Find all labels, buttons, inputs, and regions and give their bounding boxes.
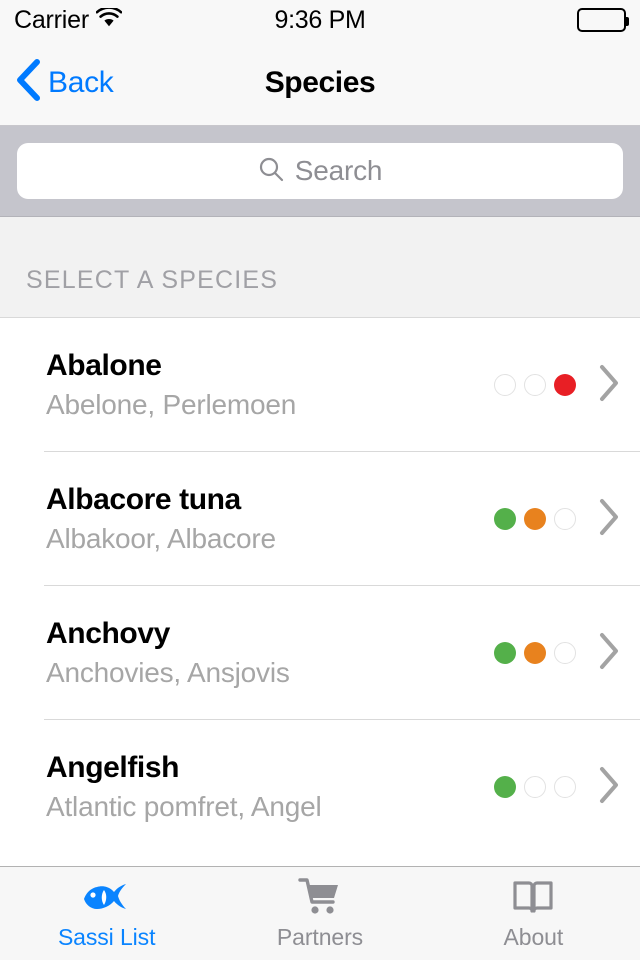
fish-icon: [82, 876, 132, 918]
table-row[interactable]: Angelfish Atlantic pomfret, Angel: [0, 720, 640, 854]
sassi-rating-indicator: [494, 642, 576, 664]
section-header: SELECT A SPECIES: [0, 217, 640, 318]
search-icon: [258, 156, 284, 187]
rating-dot-green: [494, 776, 516, 798]
rating-dot-orange: [524, 508, 546, 530]
species-alt-names: Atlantic pomfret, Angel: [46, 790, 322, 822]
table-row[interactable]: Albacore tuna Albakoor, Albacore: [0, 452, 640, 586]
status-bar: Carrier 9:36 PM: [0, 0, 640, 40]
species-alt-names: Abelone, Perlemoen: [46, 388, 297, 420]
chevron-right-icon: [598, 364, 620, 407]
back-button[interactable]: Back: [0, 59, 114, 106]
shopping-cart-icon: [298, 876, 342, 918]
rating-dot-orange: [524, 374, 546, 396]
sassi-rating-indicator: [494, 374, 576, 396]
search-bar-container: Search: [0, 126, 640, 217]
tab-about-label: About: [503, 924, 564, 950]
species-row-text: Abalone Abelone, Perlemoen: [46, 348, 494, 422]
rating-dot-red: [554, 642, 576, 664]
species-row-text: Albacore tuna Albakoor, Albacore: [46, 482, 494, 556]
section-header-label: SELECT A SPECIES: [26, 266, 279, 294]
chevron-right-icon: [598, 632, 620, 675]
rating-dot-orange: [524, 776, 546, 798]
battery-full-icon: [577, 8, 629, 32]
open-book-icon: [512, 876, 554, 918]
sassi-rating-indicator: [494, 508, 576, 530]
species-alt-names: Anchovies, Ansjovis: [46, 656, 290, 688]
status-bar-right: [577, 8, 629, 32]
rating-dot-red: [554, 374, 576, 396]
species-name: Anchovy: [46, 617, 170, 651]
table-row[interactable]: Abalone Abelone, Perlemoen: [0, 318, 640, 452]
species-name: Angelfish: [46, 751, 180, 785]
species-list: Abalone Abelone, Perlemoen Albacore tuna…: [0, 318, 640, 866]
search-placeholder: Search: [294, 155, 383, 186]
tab-about[interactable]: About: [427, 867, 640, 960]
status-bar-time: 9:36 PM: [274, 5, 366, 34]
chevron-right-icon: [598, 766, 620, 809]
sassi-rating-indicator: [494, 776, 576, 798]
tab-sassi-list[interactable]: Sassi List: [0, 867, 213, 960]
tab-sassi-list-label: Sassi List: [57, 924, 156, 950]
rating-dot-red: [554, 776, 576, 798]
chevron-left-icon: [16, 59, 40, 106]
chevron-right-icon: [598, 498, 620, 541]
rating-dot-green: [494, 642, 516, 664]
species-name: Albacore tuna: [46, 483, 241, 517]
species-row-text: Angelfish Atlantic pomfret, Angel: [46, 750, 494, 824]
search-input[interactable]: Search: [17, 143, 623, 199]
rating-dot-green: [494, 374, 516, 396]
tab-partners[interactable]: Partners: [213, 867, 426, 960]
navigation-bar: Back Species: [0, 40, 640, 126]
rating-dot-green: [494, 508, 516, 530]
species-alt-names: Albakoor, Albacore: [46, 522, 276, 554]
species-row-text: Anchovy Anchovies, Ansjovis: [46, 616, 494, 690]
back-button-label: Back: [48, 65, 114, 99]
tab-bar: Sassi List Partners About: [0, 866, 640, 960]
species-name: Abalone: [46, 349, 162, 383]
app-screen: Carrier 9:36 PM Back Species Search SELE…: [0, 0, 640, 960]
table-row[interactable]: Anchovy Anchovies, Ansjovis: [0, 586, 640, 720]
tab-partners-label: Partners: [276, 924, 364, 950]
rating-dot-orange: [524, 642, 546, 664]
rating-dot-red: [554, 508, 576, 530]
